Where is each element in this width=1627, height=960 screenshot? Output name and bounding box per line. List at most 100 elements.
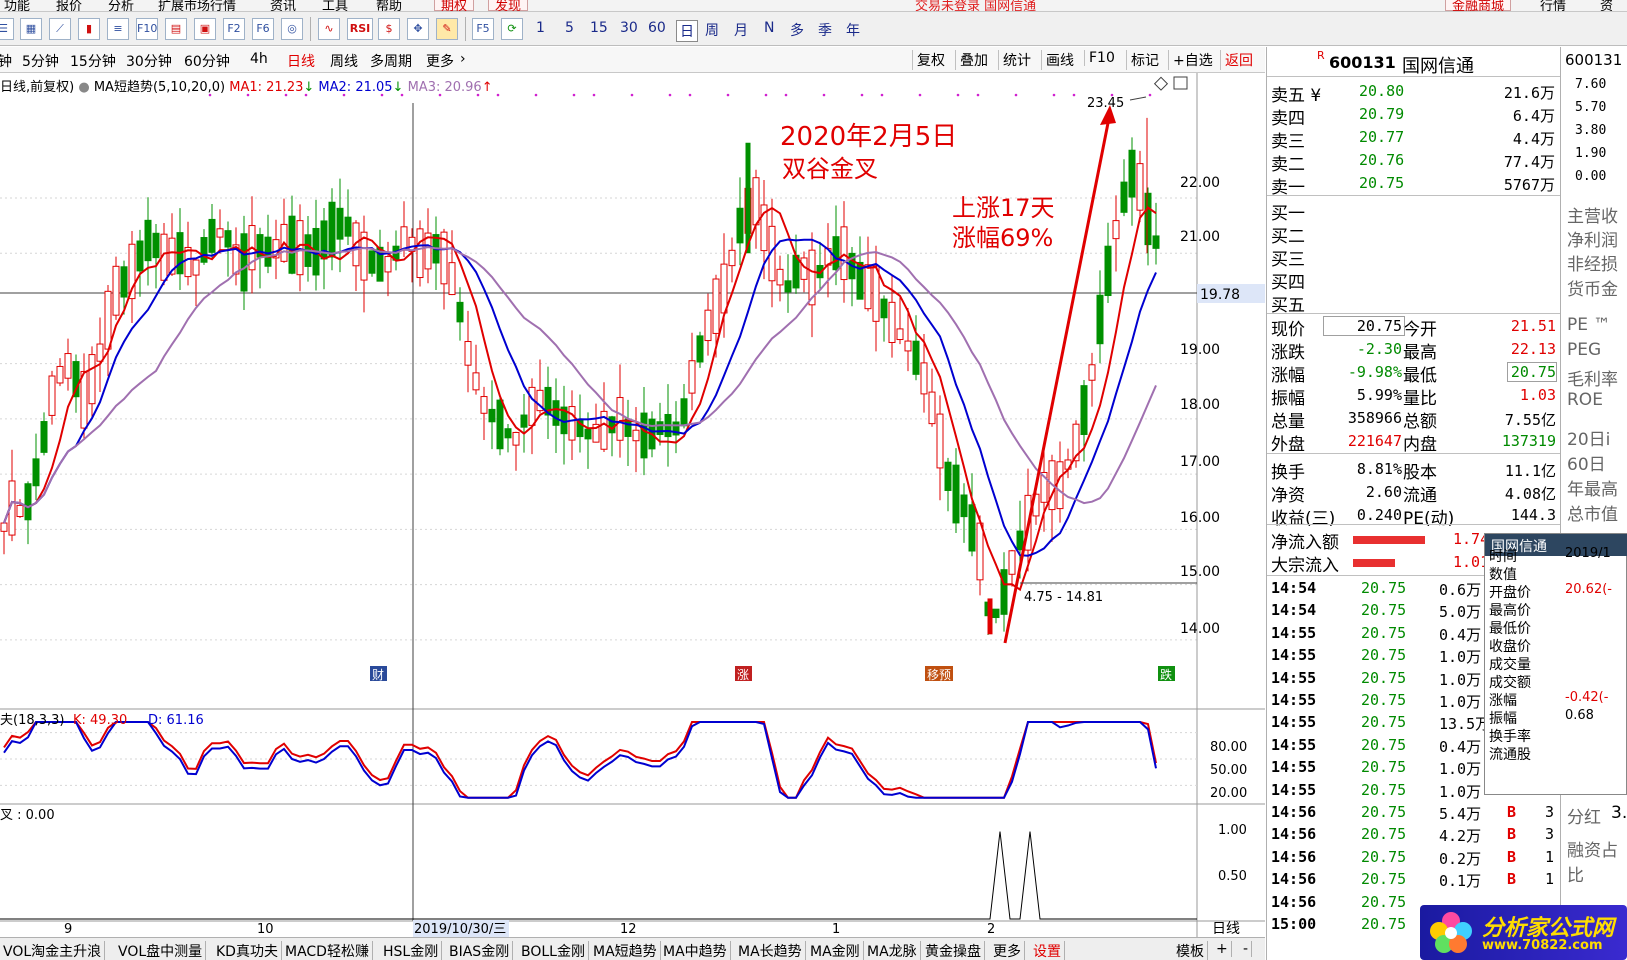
stats-button[interactable]: 统计 bbox=[998, 50, 1035, 70]
indicator-tab[interactable]: MA短趋势 bbox=[590, 941, 661, 960]
tab-options[interactable]: 期权 bbox=[434, 0, 475, 11]
event-marker-yiyu[interactable]: 移预 bbox=[925, 666, 953, 682]
minute-1-button[interactable]: 1 bbox=[536, 20, 545, 36]
f5-icon[interactable]: F5 bbox=[472, 18, 494, 40]
move-icon[interactable]: ✥ bbox=[407, 18, 429, 40]
fundamentals-label[interactable]: 分红 bbox=[1567, 803, 1601, 828]
candle-icon[interactable]: ▮ bbox=[78, 18, 100, 40]
indicator-tab[interactable]: 设置 bbox=[1030, 941, 1065, 960]
buy-row[interactable]: 买五 bbox=[1267, 289, 1561, 316]
minute-15-button[interactable]: 15 bbox=[590, 20, 608, 36]
menu-item-quote[interactable]: 报价 bbox=[56, 0, 82, 11]
tab-5min[interactable]: 5分钟 bbox=[22, 51, 59, 71]
indicator-tab[interactable]: VOL淘金主升浪 bbox=[0, 941, 106, 960]
add-watchlist-button[interactable]: +自选 bbox=[1168, 50, 1217, 70]
fundamentals-label[interactable]: 总市值 bbox=[1567, 500, 1618, 525]
indicator-tab[interactable]: + bbox=[1213, 941, 1232, 957]
event-marker-zhang[interactable]: 涨 bbox=[735, 666, 752, 682]
draw-line-button[interactable]: 画线 bbox=[1041, 50, 1078, 70]
fundamentals-label[interactable]: 净利润 bbox=[1567, 226, 1618, 251]
f10-button[interactable]: F10 bbox=[1084, 50, 1119, 66]
tab-multi-period[interactable]: 多周期 bbox=[370, 51, 412, 71]
indicator-tab[interactable]: MA长趋势 bbox=[735, 941, 806, 960]
pen-icon[interactable]: ✎ bbox=[436, 18, 458, 40]
period-year-button[interactable]: 年 bbox=[846, 20, 860, 40]
money-icon[interactable]: $ bbox=[378, 18, 400, 40]
chevron-right-icon[interactable]: › bbox=[460, 51, 466, 67]
buy-row[interactable]: 买二 bbox=[1267, 220, 1561, 247]
zoom-icon[interactable]: ◎ bbox=[281, 18, 303, 40]
menu-item-function[interactable]: 功能 bbox=[4, 0, 30, 11]
news-icon[interactable]: ≡ bbox=[107, 18, 129, 40]
fundamentals-label[interactable]: ROE bbox=[1567, 390, 1603, 410]
tab-60min[interactable]: 60分钟 bbox=[184, 51, 230, 71]
indicator-tab[interactable]: HSL金刚 bbox=[380, 941, 443, 960]
tab-more[interactable]: 更多 bbox=[426, 51, 454, 71]
minute-60-button[interactable]: 60 bbox=[648, 20, 666, 36]
fundamentals-label[interactable]: PE ™ bbox=[1567, 315, 1610, 335]
adjust-button[interactable]: 复权 bbox=[912, 50, 949, 70]
event-marker-die[interactable]: 跌 bbox=[1158, 666, 1175, 682]
event-marker-cai[interactable]: 财 bbox=[370, 666, 387, 682]
menu-item-extended-market[interactable]: 扩展市场行情 bbox=[158, 0, 236, 11]
tab-4h[interactable]: 4h bbox=[250, 51, 268, 67]
sell-row[interactable]: 卖五 ¥20.80 21.6万 bbox=[1267, 79, 1561, 106]
panel-toggle-icon[interactable] bbox=[1173, 76, 1188, 90]
menu-item-analysis[interactable]: 分析 bbox=[108, 0, 134, 11]
rsi-icon[interactable]: RSI bbox=[347, 18, 373, 40]
fundamentals-label[interactable]: 融资占比 bbox=[1567, 836, 1627, 886]
f6-icon[interactable]: F6 bbox=[252, 18, 274, 40]
menu-item-info[interactable]: 资讯 bbox=[270, 0, 296, 11]
fundamentals-label[interactable]: 毛利率 bbox=[1567, 365, 1618, 390]
f10-icon[interactable]: F10 bbox=[136, 18, 158, 40]
mark-button[interactable]: 标记 bbox=[1126, 50, 1163, 70]
minute-5-button[interactable]: 5 bbox=[565, 20, 574, 36]
fundamentals-label[interactable]: PEG bbox=[1567, 340, 1601, 360]
period-month-button[interactable]: 月 bbox=[734, 20, 748, 40]
list-icon[interactable]: ▦ bbox=[20, 18, 42, 40]
fundamentals-label[interactable]: 主营收 bbox=[1567, 202, 1618, 227]
indicator-tab[interactable]: MACD轻松赚 bbox=[282, 941, 373, 960]
period-week-button[interactable]: 周 bbox=[705, 20, 719, 40]
indicator-tab[interactable]: MA龙脉 bbox=[864, 941, 921, 960]
tab-period-partial[interactable]: 钟 bbox=[0, 51, 12, 71]
minute-30-button[interactable]: 30 bbox=[620, 20, 638, 36]
buy-row[interactable]: 买四 bbox=[1267, 266, 1561, 293]
line-chart-icon[interactable]: ⟋ bbox=[49, 18, 71, 40]
period-day-button[interactable]: 日 bbox=[676, 20, 698, 42]
fundamentals-label[interactable]: 20日i bbox=[1567, 425, 1610, 450]
fundamentals-label[interactable]: 非经损 bbox=[1567, 250, 1618, 275]
tab-discover[interactable]: 发现 bbox=[488, 0, 529, 11]
period-season-button[interactable]: 季 bbox=[818, 20, 832, 40]
menu-item-more-info[interactable]: 资 bbox=[1600, 0, 1613, 11]
indicator-tab[interactable]: MA金刚 bbox=[807, 941, 864, 960]
tab-15min[interactable]: 15分钟 bbox=[70, 51, 116, 71]
overlay-button[interactable]: 叠加 bbox=[955, 50, 992, 70]
indicator-tab[interactable]: BOLL金刚 bbox=[518, 941, 589, 960]
sell-row[interactable]: 卖一 20.75 5767万 bbox=[1267, 171, 1561, 198]
diamond-icon[interactable] bbox=[1153, 76, 1169, 91]
indicator-tab[interactable]: BIAS金刚 bbox=[446, 941, 514, 960]
rank-icon[interactable]: ☰ bbox=[0, 18, 14, 40]
period-n-button[interactable]: N bbox=[764, 20, 774, 36]
period-multi-button[interactable]: 多 bbox=[790, 20, 804, 40]
grid-icon[interactable]: ▤ bbox=[165, 18, 187, 40]
kline-chart[interactable]: 22.00 21.00 19.00 18.00 17.00 16.00 15.0… bbox=[0, 73, 1265, 937]
tab-finance-mall[interactable]: 金融商城 bbox=[1445, 0, 1512, 11]
menu-item-market[interactable]: 行情 bbox=[1540, 0, 1566, 11]
indicator-tab[interactable]: VOL盘中测量 bbox=[115, 941, 207, 960]
sell-row[interactable]: 卖三 20.77 4.4万 bbox=[1267, 125, 1561, 152]
tab-30min[interactable]: 30分钟 bbox=[126, 51, 172, 71]
wave-icon[interactable]: ∿ bbox=[318, 18, 340, 40]
sell-row[interactable]: 卖二 20.76 77.4万 bbox=[1267, 148, 1561, 175]
buy-row[interactable]: 买三 bbox=[1267, 243, 1561, 270]
indicator-tab[interactable]: 更多 bbox=[990, 941, 1025, 960]
fundamentals-label[interactable]: 60日 bbox=[1567, 450, 1606, 475]
indicator-tab[interactable]: - bbox=[1240, 941, 1253, 957]
back-button[interactable]: 返回 bbox=[1220, 50, 1257, 70]
indicator-tab[interactable]: MA中趋势 bbox=[660, 941, 731, 960]
f2-icon[interactable]: F2 bbox=[223, 18, 245, 40]
fundamentals-label[interactable]: 年最高 bbox=[1567, 475, 1618, 500]
tab-weekly[interactable]: 周线 bbox=[330, 51, 358, 71]
menu-item-help[interactable]: 帮助 bbox=[376, 0, 402, 11]
